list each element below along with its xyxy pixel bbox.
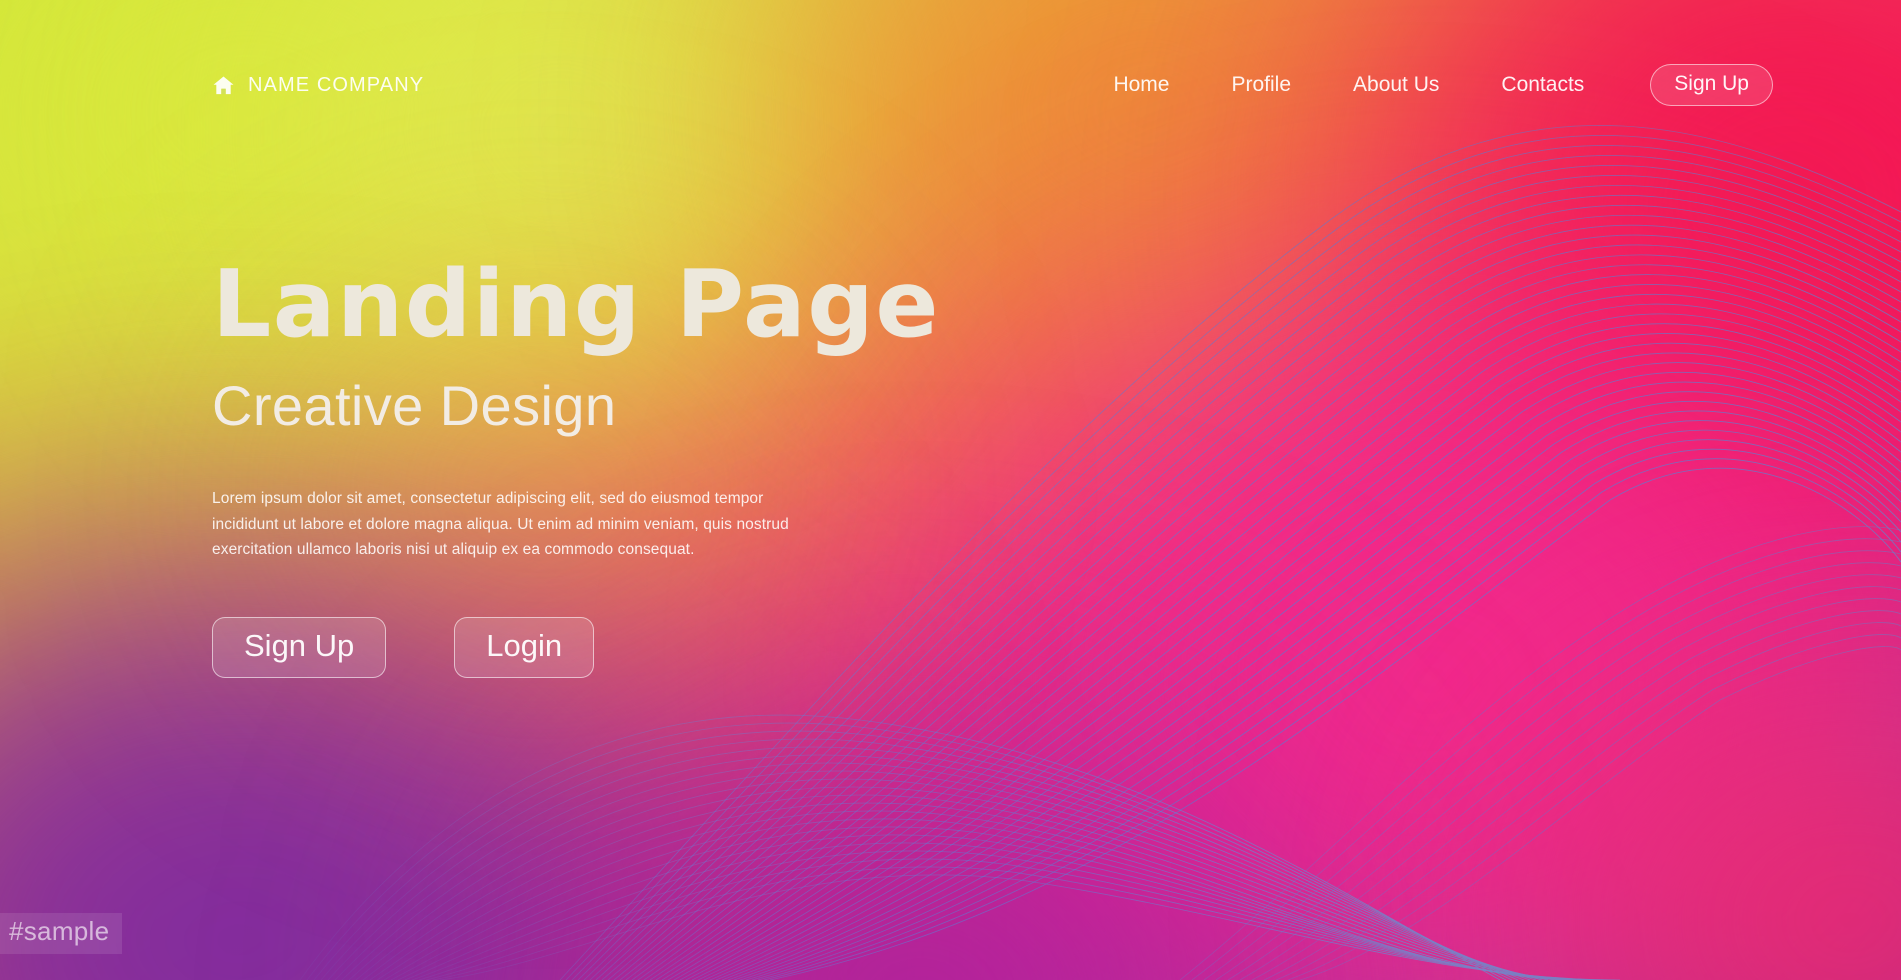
- hero-description: Lorem ipsum dolor sit amet, consectetur …: [212, 490, 789, 558]
- brand-logo[interactable]: NAME COMPANY: [212, 74, 424, 97]
- nav-signup-button[interactable]: Sign Up: [1650, 63, 1773, 107]
- hero-login-button[interactable]: Login: [454, 616, 595, 679]
- nav-item-contacts[interactable]: Contacts: [1470, 73, 1615, 97]
- nav-item-about-us[interactable]: About Us: [1322, 73, 1470, 97]
- brand-name: NAME COMPANY: [248, 73, 425, 96]
- nav-item-profile[interactable]: Profile: [1200, 73, 1322, 97]
- nav-item-home[interactable]: Home: [1082, 73, 1200, 97]
- hero-signup-button[interactable]: Sign Up: [212, 616, 387, 679]
- page-title: Landing Page: [212, 250, 940, 358]
- site-header: NAME COMPANY Home Profile About Us Conta…: [0, 0, 1901, 170]
- hero-section: Landing Page Creative Design Lorem ipsum…: [212, 250, 940, 679]
- sample-watermark: #sample: [0, 913, 123, 954]
- page-subtitle: Creative Design: [212, 374, 617, 437]
- main-navigation: Home Profile About Us Contacts Sign Up: [1082, 63, 1773, 107]
- landing-page-stage: NAME COMPANY Home Profile About Us Conta…: [0, 0, 1901, 980]
- hero-cta-group: Sign Up Login: [212, 616, 912, 679]
- home-icon: [212, 74, 235, 97]
